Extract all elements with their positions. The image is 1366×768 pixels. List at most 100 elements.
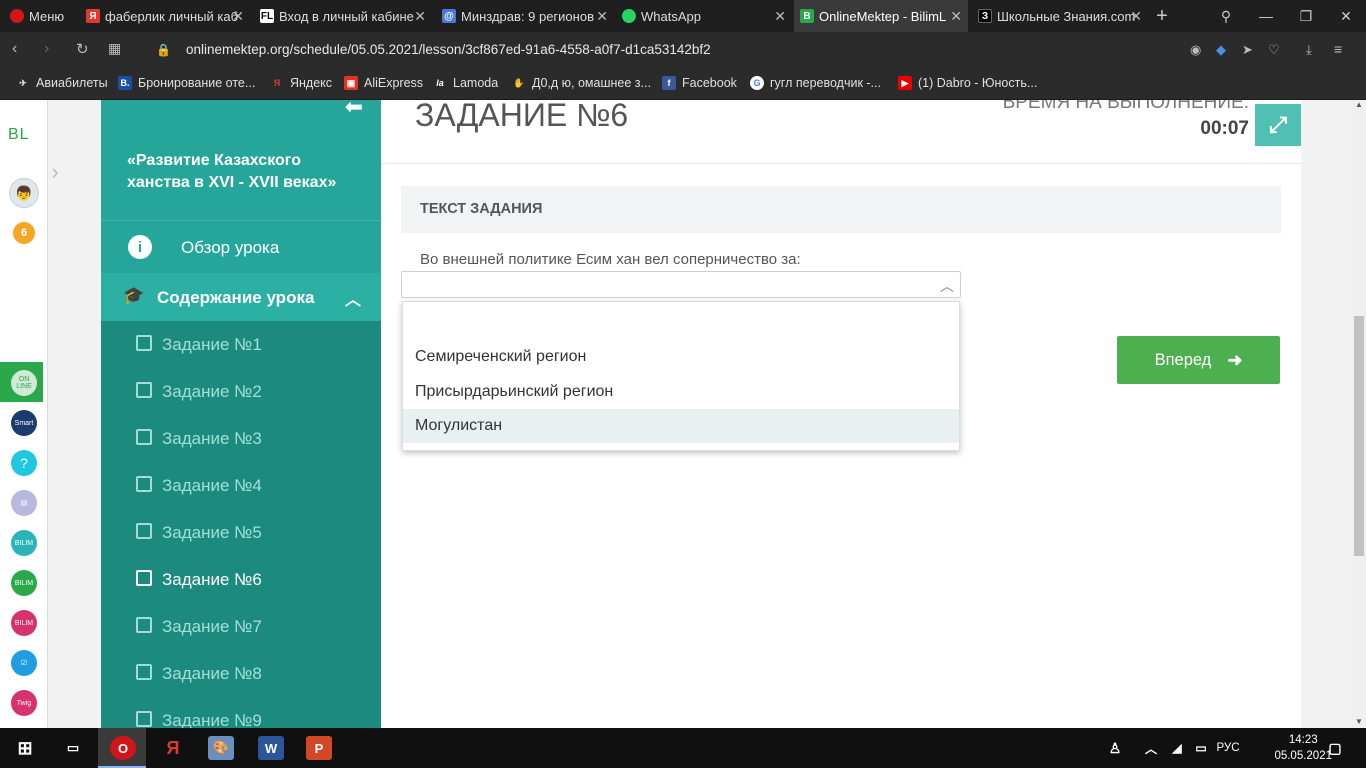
task-view-icon[interactable]: ▭ — [60, 736, 86, 760]
bookmark-google-translate[interactable]: Gгугл переводчик -... — [750, 76, 881, 90]
bilimland-icon: B — [800, 9, 814, 23]
bookmark-lamoda[interactable]: la Lamoda — [433, 76, 498, 90]
task-item[interactable]: Задание №3 — [101, 415, 381, 462]
next-label: Вперед — [1154, 350, 1212, 369]
bookmark-facebook[interactable]: f Facebook — [662, 76, 737, 90]
next-button[interactable]: Вперед ➜ — [1117, 336, 1280, 384]
restore-button[interactable]: ❐ — [1286, 0, 1326, 32]
download-icon[interactable]: ⤓ — [1306, 42, 1312, 58]
task-label: Задание №8 — [162, 663, 262, 683]
camera-icon[interactable]: ◉ — [1190, 42, 1201, 58]
bilim-media-icon[interactable]: BILIM — [11, 530, 37, 556]
cards-icon[interactable]: ▤ — [11, 490, 37, 516]
tab-minzdrav[interactable]: @ Минздрав: 9 регионов ✕ — [434, 0, 614, 32]
task-item[interactable]: Задание №2 — [101, 368, 381, 415]
fullscreen-button[interactable]: ⤢ — [1255, 104, 1301, 146]
scroll-up-icon[interactable]: ▲ — [1355, 100, 1363, 109]
word-icon[interactable]: W — [258, 736, 284, 760]
paint-icon[interactable]: 🎨 — [208, 736, 234, 760]
back-icon[interactable]: ‹ — [12, 40, 17, 58]
bookmark-aliexpress[interactable]: ▣ AliExpress — [344, 76, 423, 90]
minimize-button[interactable]: — — [1246, 0, 1286, 32]
bookmark-booking[interactable]: B. Бронирование оте... — [118, 76, 255, 90]
task-item[interactable]: Задание №5 — [101, 509, 381, 556]
windows-taskbar: ⊞ ▭ O Я 🎨 W P ♙ ︿ ◢ ▭ РУС 14:23 05.05.20… — [0, 728, 1366, 768]
people-icon[interactable]: ♙ — [1102, 736, 1128, 760]
powerpoint-icon[interactable]: P — [306, 736, 332, 760]
tab-znanija[interactable]: З Школьные Знания.com ✕ — [970, 0, 1148, 32]
opera-menu-button[interactable]: Меню — [0, 0, 76, 32]
expand-rail-chevron-icon[interactable]: › — [48, 152, 68, 192]
close-tab-icon[interactable]: ✕ — [1130, 8, 1142, 25]
facebook-icon: f — [662, 76, 676, 90]
overview-label: Обзор урока — [181, 238, 280, 257]
google-icon: G — [750, 76, 764, 90]
tab-faberlic-login[interactable]: FL Вход в личный кабине ✕ — [252, 0, 432, 32]
bookmark-yandex[interactable]: Я Яндекс — [270, 76, 332, 90]
task-panel: ЗАДАНИЕ №6 ВРЕМЯ НА ВЫПОЛНЕНИЕ: 00:07 ⤢ … — [381, 100, 1301, 728]
tray-chevron-icon[interactable]: ︿ — [1138, 736, 1164, 760]
notifications-icon[interactable]: ▢ — [1322, 736, 1348, 760]
new-tab-button[interactable]: + — [1142, 0, 1182, 32]
forward-icon[interactable]: › — [44, 40, 49, 58]
aliexpress-icon: ▣ — [344, 76, 358, 90]
bilet-icon[interactable]: ☑ — [11, 650, 37, 676]
task-item[interactable]: Задание №8 — [101, 650, 381, 697]
page-scrollbar[interactable]: ▲ ▼ — [1352, 100, 1366, 728]
dropdown-option[interactable]: Могулистан — [403, 409, 959, 443]
hand-icon: ✋ — [513, 77, 525, 88]
send-icon[interactable]: ➤ — [1242, 42, 1253, 58]
bookmark-youtube[interactable]: ▶ (1) Dabro - Юность... — [898, 76, 1037, 90]
opera-icon[interactable]: O — [110, 736, 136, 760]
dropdown-option[interactable] — [403, 304, 959, 338]
youtube-icon: ▶ — [898, 76, 912, 90]
lesson-overview-item[interactable]: i Обзор урока — [101, 220, 381, 273]
bookmark-homework[interactable]: ✋ Д0,д ю, омашнее з... — [512, 76, 651, 90]
avatar[interactable]: 👦 — [9, 178, 39, 208]
help-icon[interactable]: ? — [11, 450, 37, 476]
heart-icon[interactable]: ♡ — [1268, 42, 1280, 58]
lesson-content-toggle[interactable]: 🎓 Содержание урока ︿ — [101, 273, 381, 321]
close-tab-icon[interactable]: ✕ — [232, 8, 244, 25]
url-field[interactable]: onlinemektep.org/schedule/05.05.2021/les… — [186, 42, 711, 57]
task-item[interactable]: Задание №7 — [101, 603, 381, 650]
close-tab-icon[interactable]: ✕ — [950, 8, 962, 25]
edit-icon — [136, 664, 152, 680]
close-tab-icon[interactable]: ✕ — [414, 8, 426, 25]
speed-dial-icon[interactable]: ▦ — [108, 40, 121, 57]
task-label: Задание №7 — [162, 616, 262, 636]
dropdown-option[interactable]: Семиреченский регион — [403, 340, 959, 374]
dropdown-option[interactable]: Присырдарьинский регион — [403, 375, 959, 409]
tab-whatsapp[interactable]: WhatsApp ✕ — [616, 0, 792, 32]
chevron-up-icon: ︿ — [940, 278, 954, 294]
notification-badge[interactable]: 6 — [13, 222, 35, 244]
task-item[interactable]: Задание №1 — [101, 321, 381, 368]
reload-icon[interactable]: ↻ — [76, 40, 89, 58]
search-tabs-icon[interactable]: ⚲ — [1206, 0, 1246, 32]
task-item[interactable]: Задание №4 — [101, 462, 381, 509]
network-icon[interactable]: ◢ — [1164, 736, 1190, 760]
scroll-down-icon[interactable]: ▼ — [1355, 717, 1363, 726]
bilim-land-icon[interactable]: BILIM — [11, 570, 37, 596]
close-tab-icon[interactable]: ✕ — [774, 8, 786, 25]
close-window-button[interactable]: ✕ — [1326, 0, 1366, 32]
menu-icon[interactable]: ≡ — [1334, 41, 1342, 57]
twig-icon[interactable]: Twig — [11, 690, 37, 716]
task-item[interactable]: Задание №6 — [101, 556, 381, 603]
online-mektep-icon[interactable]: ON LINE — [11, 370, 37, 396]
shield-icon[interactable]: ◆ — [1216, 42, 1226, 58]
bookmark-aviabilety[interactable]: ✈ Авиабилеты — [16, 76, 107, 90]
tab-onlinemektep[interactable]: B OnlineMektep - BilimL ✕ — [794, 0, 968, 32]
back-arrow-icon[interactable]: ⬅ — [345, 100, 363, 120]
yandex-browser-icon[interactable]: Я — [160, 736, 186, 760]
bilim-shop-icon[interactable]: BILIM — [11, 610, 37, 636]
answer-select[interactable]: ︿ — [401, 271, 961, 298]
edit-icon — [136, 335, 152, 351]
scrollbar-thumb[interactable] — [1354, 316, 1364, 556]
task-item[interactable]: Задание №9 — [101, 697, 381, 728]
tab-faberlic-search[interactable]: Я фаберлик личный каб ✕ — [78, 0, 250, 32]
smart-nation-icon[interactable]: Smart — [11, 410, 37, 436]
close-tab-icon[interactable]: ✕ — [596, 8, 608, 25]
language-indicator[interactable]: РУС — [1210, 736, 1246, 760]
windows-start-icon[interactable]: ⊞ — [12, 736, 38, 760]
